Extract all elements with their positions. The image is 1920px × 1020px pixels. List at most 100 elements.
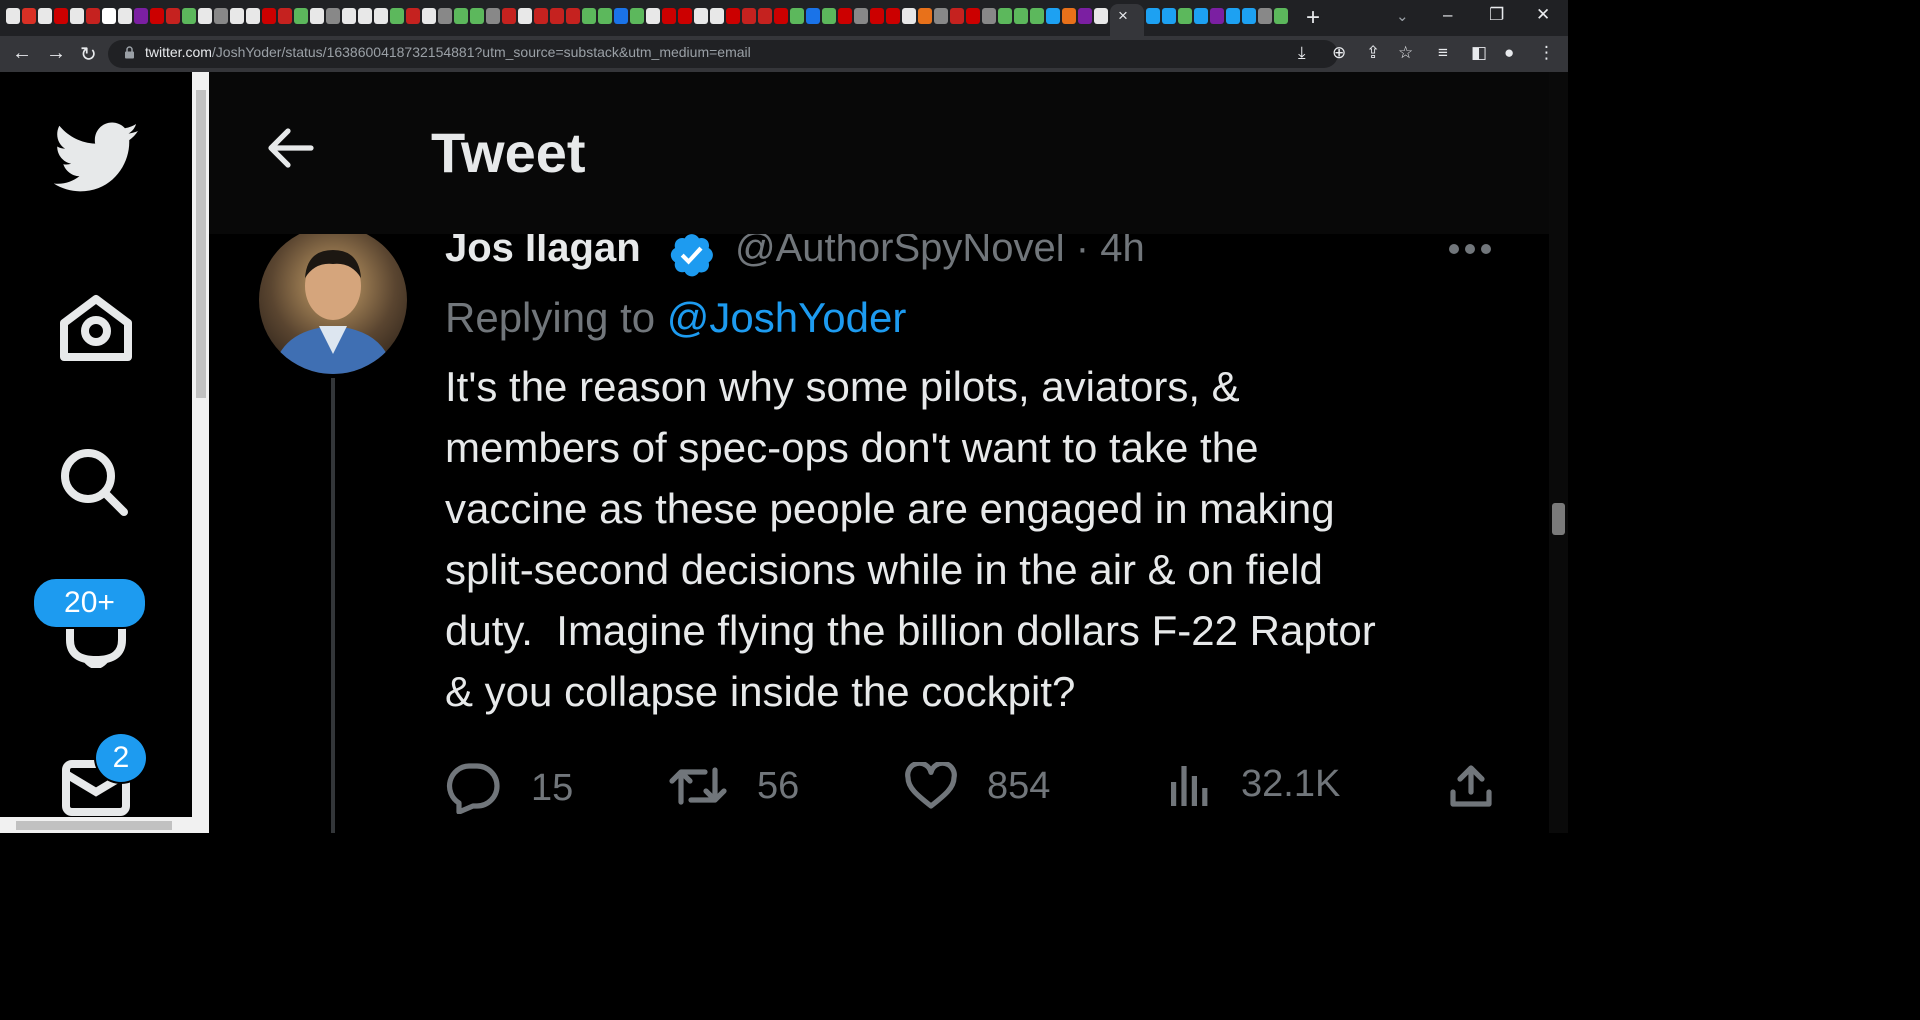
tab-favicon-icon[interactable]: [518, 8, 532, 24]
tab-favicon-icon[interactable]: [534, 8, 548, 24]
share-action[interactable]: [1447, 762, 1495, 810]
views-action[interactable]: 32.1K: [1167, 762, 1340, 806]
tab-favicon-icon[interactable]: [390, 8, 404, 24]
tab-favicon-icon[interactable]: [310, 8, 324, 24]
tab-favicon-icon[interactable]: [790, 8, 804, 24]
tab-favicon-icon[interactable]: [1062, 8, 1076, 24]
tab-favicon-icon[interactable]: [982, 8, 996, 24]
twitter-logo-icon[interactable]: [54, 122, 140, 194]
tab-favicon-icon[interactable]: [358, 8, 372, 24]
tab-favicon-icon[interactable]: [806, 8, 820, 24]
notifications-badge[interactable]: 20+: [32, 577, 147, 629]
tab-favicon-icon[interactable]: [710, 8, 724, 24]
tab-favicon-icon[interactable]: [1014, 8, 1028, 24]
tab-favicon-icon[interactable]: [134, 8, 148, 24]
reply-action[interactable]: 15: [445, 762, 573, 814]
tab-favicon-icon[interactable]: [1162, 8, 1176, 24]
tab-favicon-icon[interactable]: [422, 8, 436, 24]
verified-badge-icon[interactable]: [667, 230, 721, 280]
nav-horizontal-scroll-thumb[interactable]: [16, 821, 172, 830]
tab-favicon-icon[interactable]: [38, 8, 52, 24]
author-avatar[interactable]: [259, 226, 407, 374]
tab-favicon-icon[interactable]: [150, 8, 164, 24]
page-scroll-thumb[interactable]: [1552, 503, 1565, 535]
back-arrow-icon[interactable]: [267, 127, 315, 169]
tab-favicon-icon[interactable]: [630, 8, 644, 24]
tab-favicon-icon[interactable]: [1274, 8, 1288, 24]
nav-horizontal-scrollbar[interactable]: [0, 817, 192, 833]
like-action[interactable]: 854: [905, 762, 1050, 810]
tab-favicon-icon[interactable]: [342, 8, 356, 24]
forward-button[interactable]: →: [46, 42, 66, 65]
tab-favicon-icon[interactable]: [1146, 8, 1160, 24]
tab-favicon-icon[interactable]: [646, 8, 660, 24]
more-options-icon[interactable]: [1447, 242, 1493, 256]
tab-favicon-icon[interactable]: [278, 8, 292, 24]
tab-favicon-icon[interactable]: [1094, 8, 1108, 24]
tab-favicon-icon[interactable]: [198, 8, 212, 24]
url-text[interactable]: twitter.com/JoshYoder/status/16386004187…: [145, 44, 751, 60]
new-tab-button[interactable]: +: [1306, 4, 1320, 32]
retweet-action[interactable]: 56: [669, 762, 799, 810]
pinned-tab-favicons[interactable]: [6, 8, 1108, 24]
tab-favicon-icon[interactable]: [102, 8, 116, 24]
profile-icon[interactable]: ●: [1504, 43, 1514, 63]
tab-favicon-icon[interactable]: [742, 8, 756, 24]
tab-favicon-icon[interactable]: [1178, 8, 1192, 24]
menu-icon[interactable]: ⋮: [1538, 43, 1555, 63]
tab-favicon-icon[interactable]: [838, 8, 852, 24]
tab-favicon-icon[interactable]: [550, 8, 564, 24]
tab-favicon-icon[interactable]: [662, 8, 676, 24]
home-icon[interactable]: [58, 293, 134, 363]
replying-to-link[interactable]: @JoshYoder: [667, 294, 907, 341]
views-bar-chart-icon[interactable]: [1167, 762, 1211, 806]
tab-favicon-icon[interactable]: [438, 8, 452, 24]
tab-favicon-icon[interactable]: [166, 8, 180, 24]
reading-list-icon[interactable]: ≡: [1438, 43, 1448, 63]
tab-favicon-icon[interactable]: [726, 8, 740, 24]
tab-favicon-icon[interactable]: [246, 8, 260, 24]
tab-favicon-icon[interactable]: [1242, 8, 1256, 24]
page-scrollbar[interactable]: [1549, 72, 1568, 833]
messages-badge[interactable]: 2: [94, 732, 148, 784]
tab-favicon-icon[interactable]: [758, 8, 772, 24]
tab-favicon-icon[interactable]: [694, 8, 708, 24]
tab-favicon-icon[interactable]: [1194, 8, 1208, 24]
tab-favicon-icon[interactable]: [1078, 8, 1092, 24]
tab-favicon-icon[interactable]: [262, 8, 276, 24]
tab-favicon-icon[interactable]: [230, 8, 244, 24]
tab-favicon-icon[interactable]: [1258, 8, 1272, 24]
tab-favicon-icon[interactable]: [214, 8, 228, 24]
install-icon[interactable]: ⤓: [1298, 43, 1306, 63]
tab-favicon-icon[interactable]: [614, 8, 628, 24]
reload-button[interactable]: ↻: [80, 42, 97, 67]
tab-favicon-icon[interactable]: [966, 8, 980, 24]
tab-favicon-icon[interactable]: [1210, 8, 1224, 24]
close-window-button[interactable]: ✕: [1536, 5, 1550, 25]
tab-favicon-icon[interactable]: [470, 8, 484, 24]
tab-favicon-icon[interactable]: [902, 8, 916, 24]
tab-favicon-icon[interactable]: [406, 8, 420, 24]
tab-favicon-icon[interactable]: [326, 8, 340, 24]
restore-button[interactable]: ❐: [1489, 5, 1504, 25]
close-tab-icon[interactable]: ×: [1118, 6, 1128, 26]
tab-favicon-icon[interactable]: [454, 8, 468, 24]
tab-favicon-icon[interactable]: [822, 8, 836, 24]
tab-favicon-icon[interactable]: [566, 8, 580, 24]
tab-favicon-icon[interactable]: [294, 8, 308, 24]
tab-favicon-icon[interactable]: [1226, 8, 1240, 24]
nav-vertical-scroll-thumb[interactable]: [196, 90, 206, 398]
tab-favicon-icon[interactable]: [870, 8, 884, 24]
tab-favicon-icon[interactable]: [854, 8, 868, 24]
tab-favicon-icon[interactable]: [998, 8, 1012, 24]
tab-favicon-icon[interactable]: [1046, 8, 1060, 24]
tab-favicon-icon[interactable]: [582, 8, 596, 24]
tab-favicon-icon[interactable]: [182, 8, 196, 24]
tab-favicon-icon[interactable]: [950, 8, 964, 24]
tab-favicon-icon[interactable]: [502, 8, 516, 24]
share-icon[interactable]: ⇪: [1366, 43, 1380, 63]
back-button[interactable]: ←: [12, 42, 32, 65]
tab-favicon-icon[interactable]: [1030, 8, 1044, 24]
bookmark-star-icon[interactable]: ☆: [1398, 43, 1413, 63]
tab-favicon-icon[interactable]: [774, 8, 788, 24]
